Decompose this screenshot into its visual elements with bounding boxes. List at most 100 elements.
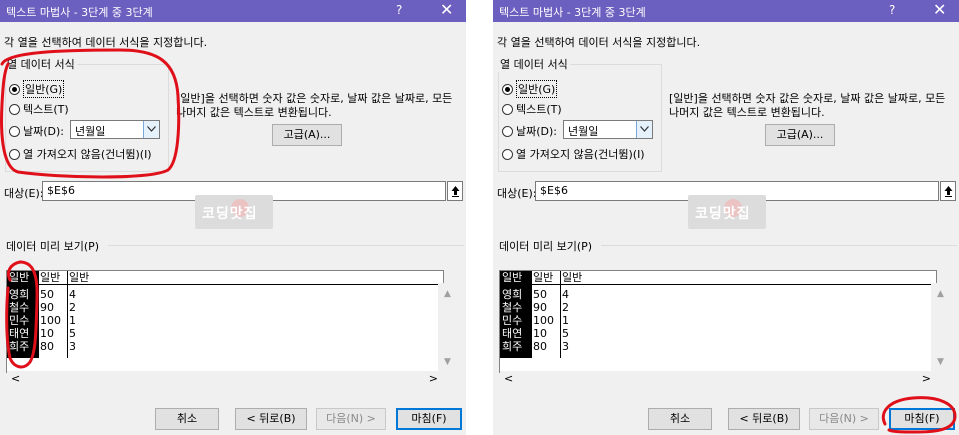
radio-date-label: 날짜(D):	[516, 125, 557, 138]
back-button[interactable]: < 뒤로(B)	[728, 408, 800, 430]
target-label: 대상(E):	[4, 187, 44, 200]
radio-skip[interactable]: 열 가져오지 않음(건너뜀)(I)	[9, 146, 152, 162]
description-line: [일반]을 선택하면 숫자 값은 숫자로, 날짜 값은 날짜로, 모든	[176, 92, 453, 105]
title-bar: 텍스트 마법사 - 3단계 중 3단계 ? ✕	[493, 0, 959, 22]
preview-divider	[601, 245, 957, 246]
radio-date[interactable]: 날짜(D):	[502, 123, 557, 139]
preview-cell: 2	[562, 301, 569, 314]
description-line: 나머지 값은 텍스트로 변환됩니다.	[669, 106, 825, 119]
radio-text-label: 텍스트(T)	[516, 103, 562, 116]
finish-button[interactable]: 마침(F)	[396, 408, 462, 430]
scroll-up-icon[interactable]: ▲	[444, 289, 451, 299]
collapse-dialog-button[interactable]	[940, 181, 956, 201]
preview-cell: 민수	[9, 314, 30, 327]
preview-cell: 2	[69, 301, 76, 314]
advanced-button[interactable]: 고급(A)...	[765, 124, 835, 146]
preview-cell: 50	[40, 288, 54, 301]
back-button[interactable]: < 뒤로(B)	[235, 408, 307, 430]
description-line: [일반]을 선택하면 숫자 값은 숫자로, 날짜 값은 날짜로, 모든	[669, 92, 946, 105]
radio-dot-selected	[502, 83, 513, 95]
preview-cell: 100	[533, 314, 554, 327]
next-button[interactable]: 다음(N) >	[316, 408, 386, 430]
scroll-up-icon[interactable]: ▲	[937, 289, 944, 299]
preview-cell: 4	[69, 288, 76, 301]
title-bar: 텍스트 마법사 - 3단계 중 3단계 ? ✕	[0, 0, 466, 22]
window-title: 텍스트 마법사 - 3단계 중 3단계	[499, 6, 646, 19]
radio-text[interactable]: 텍스트(T)	[502, 101, 562, 117]
preview-cell: 1	[562, 314, 569, 327]
radio-dot	[9, 125, 20, 137]
scroll-down-icon[interactable]: ▼	[444, 357, 451, 367]
preview-cell: 태연	[9, 327, 30, 340]
finish-button[interactable]: 마침(F)	[889, 408, 955, 430]
preview-header: 일반	[502, 271, 523, 284]
scroll-right-icon[interactable]: >	[922, 372, 931, 385]
radio-text[interactable]: 텍스트(T)	[9, 101, 69, 117]
advanced-button[interactable]: 고급(A)...	[272, 124, 342, 146]
watermark-logo: 코딩맛집	[688, 195, 766, 229]
preview-cell: 90	[533, 301, 547, 314]
preview-cell: 영희	[9, 288, 30, 301]
preview-cell: 1	[69, 314, 76, 327]
preview-cell: 80	[533, 340, 547, 353]
help-icon[interactable]: ?	[889, 3, 895, 17]
chevron-down-icon[interactable]	[143, 121, 159, 138]
preview-cell: 3	[69, 340, 76, 353]
scroll-left-icon[interactable]: <	[11, 372, 20, 385]
preview-header: 일반	[9, 271, 30, 284]
preview-cell: 희주	[502, 340, 523, 353]
radio-general-label: 일반(G)	[23, 80, 65, 98]
text-wizard-dialog-left: 텍스트 마법사 - 3단계 중 3단계 ? ✕ 각 열을 선택하여 데이터 서식…	[0, 0, 466, 435]
scroll-right-icon[interactable]: >	[429, 372, 438, 385]
preview-cell: 50	[533, 288, 547, 301]
target-value: $E$6	[47, 184, 75, 197]
text-wizard-dialog-right: 텍스트 마법사 - 3단계 중 3단계 ? ✕ 각 열을 선택하여 데이터 서식…	[493, 0, 959, 435]
preview-cell: 4	[562, 288, 569, 301]
radio-dot	[9, 103, 20, 115]
radio-date[interactable]: 날짜(D):	[9, 123, 64, 139]
preview-cell: 5	[562, 327, 569, 340]
radio-dot	[502, 103, 513, 115]
date-format-value: 년월일	[568, 125, 599, 138]
watermark-text: 코딩맛집	[202, 206, 258, 222]
preview-header: 일반	[69, 271, 90, 284]
radio-skip-label: 열 가져오지 않음(건너뜀)(I)	[516, 148, 645, 161]
preview-vertical-scrollbar[interactable]: ▲ ▼	[931, 283, 951, 371]
data-preview[interactable]: 일반 일반 일반 영희 50 4 철수 90 2 민수 100 1 태연 10 …	[6, 270, 444, 373]
scroll-down-icon[interactable]: ▼	[937, 357, 944, 367]
preview-horizontal-scrollbar[interactable]: < >	[500, 371, 937, 387]
collapse-arrow-icon	[944, 186, 953, 197]
radio-dot-selected	[9, 83, 20, 95]
watermark-logo: 코딩맛집	[195, 195, 273, 229]
radio-general[interactable]: 일반(G)	[9, 80, 65, 98]
close-icon[interactable]: ✕	[440, 1, 453, 19]
preview-label: 데이터 미리 보기(P)	[6, 240, 100, 253]
collapse-dialog-button[interactable]	[447, 181, 463, 201]
radio-skip-label: 열 가져오지 않음(건너뜀)(I)	[23, 148, 152, 161]
data-preview[interactable]: 일반 일반 일반 영희 50 4 철수 90 2 민수 100 1 태연 10 …	[499, 270, 937, 373]
preview-divider	[108, 245, 464, 246]
cancel-button[interactable]: 취소	[648, 408, 712, 430]
radio-date-label: 날짜(D):	[23, 125, 64, 138]
radio-general[interactable]: 일반(G)	[502, 80, 558, 98]
radio-text-label: 텍스트(T)	[23, 103, 69, 116]
preview-cell: 90	[40, 301, 54, 314]
preview-horizontal-scrollbar[interactable]: < >	[7, 371, 444, 387]
scroll-left-icon[interactable]: <	[504, 372, 513, 385]
radio-dot	[502, 125, 513, 137]
radio-skip[interactable]: 열 가져오지 않음(건너뜀)(I)	[502, 146, 645, 162]
chevron-down-icon[interactable]	[636, 121, 652, 138]
help-icon[interactable]: ?	[396, 3, 402, 17]
date-format-combo[interactable]: 년월일	[563, 120, 653, 139]
watermark-text: 코딩맛집	[695, 206, 751, 222]
cancel-button[interactable]: 취소	[155, 408, 219, 430]
preview-cell: 영희	[502, 288, 523, 301]
date-format-combo[interactable]: 년월일	[70, 120, 160, 139]
preview-vertical-scrollbar[interactable]: ▲ ▼	[438, 283, 458, 371]
target-label: 대상(E):	[497, 187, 537, 200]
close-icon[interactable]: ✕	[933, 1, 946, 19]
description-line: 나머지 값은 텍스트로 변환됩니다.	[176, 106, 332, 119]
collapse-arrow-icon	[451, 186, 460, 197]
preview-cell: 100	[40, 314, 61, 327]
next-button[interactable]: 다음(N) >	[809, 408, 879, 430]
